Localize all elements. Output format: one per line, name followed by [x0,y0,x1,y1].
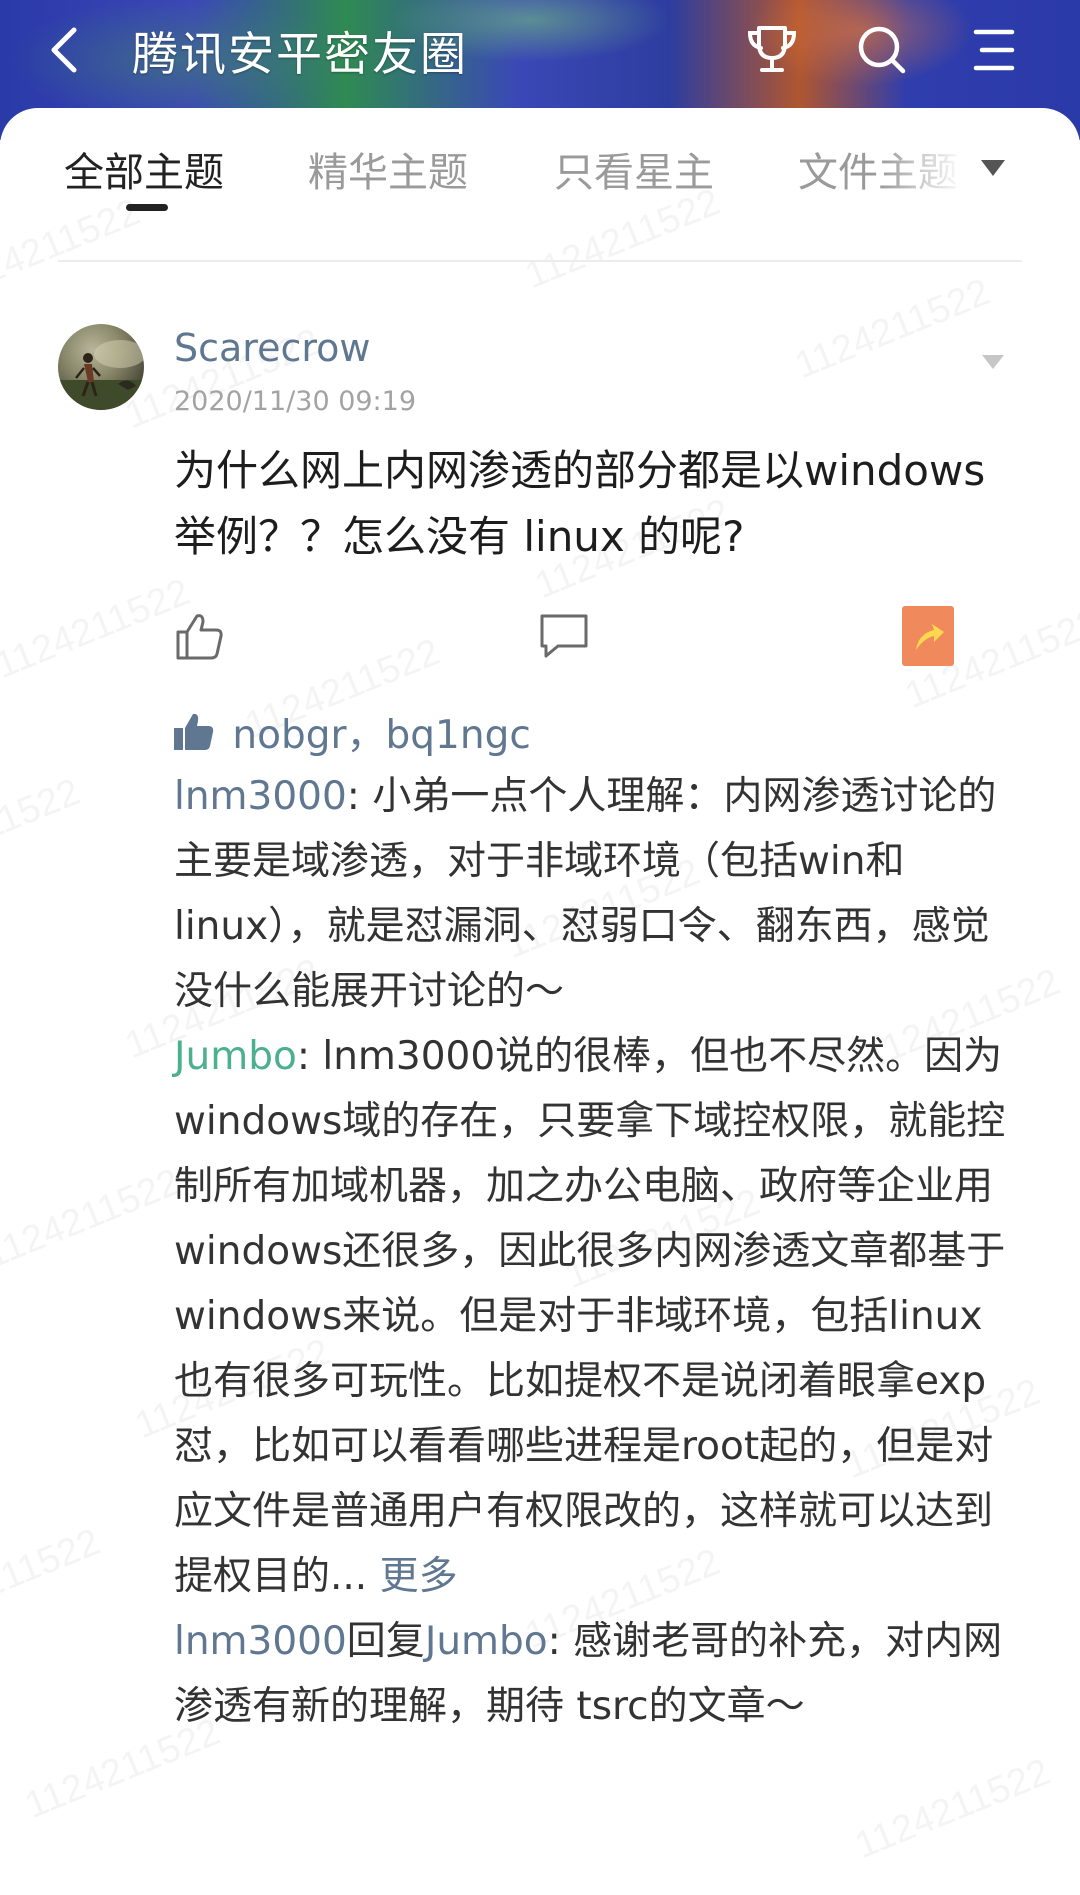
likers-row: nobgr，bq1ngc [172,704,531,758]
watermark: 1124211522 [0,1521,106,1638]
comment-text: : lnm3000说的很棒，但也不尽然。因为windows域的存在，只要拿下域控… [174,1034,1006,1599]
comment-item[interactable]: lnm3000回复Jumbo: 感谢老哥的补充，对内网渗透有新的理解，期待 ts… [174,1609,1014,1739]
search-button[interactable] [852,20,912,80]
reply-word: 回复 [346,1619,425,1664]
share-button[interactable] [902,606,954,666]
triangle-down-icon [982,355,1004,369]
tab-owner-only[interactable]: 只看星主 [554,140,714,198]
post-author[interactable]: Scarecrow [174,326,370,370]
page-title: 腾讯安平密友圈 [132,27,468,81]
thumbs-up-icon [176,614,223,660]
reply-to-author[interactable]: Jumbo [425,1619,548,1664]
back-button[interactable] [40,22,96,78]
post-menu-button[interactable] [980,352,1006,372]
liker-name[interactable]: bq1ngc [386,713,531,758]
topic-tabs: 全部主题 精华主题 只看星主 文件主题 [0,108,1080,258]
comment-item[interactable]: Jumbo: lnm3000说的很棒，但也不尽然。因为windows域的存在，只… [174,1024,1014,1609]
liker-separator: ， [346,713,386,758]
menu-icon [973,29,1015,71]
post-timestamp: 2020/11/30 09:19 [174,386,417,417]
tab-all-topics[interactable]: 全部主题 [64,140,224,198]
comment-item[interactable]: lnm3000: 小弟一点个人理解：内网渗透讨论的主要是域渗透，对于非域环境（包… [174,764,1014,1024]
trophy-button[interactable] [742,20,802,80]
watermark: 1124211522 [0,771,86,888]
tab-dropdown-button[interactable] [978,156,1008,180]
comment-button[interactable] [536,608,592,664]
watermark: 1124211522 [0,571,196,688]
tab-featured-topics[interactable]: 精华主题 [308,140,468,198]
comment-author[interactable]: lnm3000 [174,1619,347,1664]
divider [58,260,1022,262]
comment-author[interactable]: Jumbo [174,1034,297,1079]
watermark: 1124211522 [0,1161,186,1278]
liker-name[interactable]: nobgr [232,713,346,758]
post-body: 为什么网上内网渗透的部分都是以windows举例？？怎么没有 linux 的呢? [174,446,986,561]
watermark: 1124211522 [789,271,996,388]
trophy-icon [747,26,797,72]
avatar[interactable] [58,324,144,410]
menu-button[interactable] [962,20,1022,80]
chevron-left-icon [51,27,77,73]
triangle-down-icon [981,160,1005,176]
content-card: 1124211522 1124211522 1124211522 1124211… [0,108,1080,1895]
avatar-figure-icon [58,340,144,410]
search-icon [858,26,906,74]
watermark: 1124211522 [849,1751,1056,1868]
comment-icon [540,614,588,658]
active-tab-indicator [126,204,168,211]
comments-list: lnm3000: 小弟一点个人理解：内网渗透讨论的主要是域渗透，对于非域环境（包… [174,764,1014,1739]
like-button[interactable] [172,608,228,664]
thumbs-up-filled-icon [172,710,216,754]
comment-author[interactable]: lnm3000 [174,774,347,819]
more-link[interactable]: 更多 [380,1554,458,1599]
share-arrow-icon [902,606,954,666]
